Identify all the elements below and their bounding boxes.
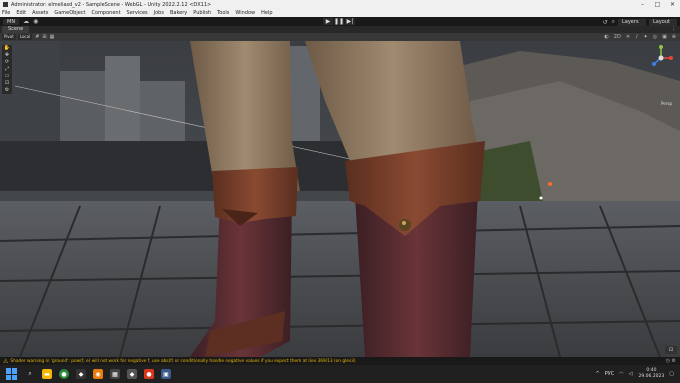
gizmos-icon[interactable]: ⊕	[672, 34, 676, 40]
menu-file[interactable]: File	[2, 10, 10, 16]
scene-toolbar-right: ◐ 2D ☀ ♪ ✦ ◎ ▣ ⊕	[599, 34, 676, 40]
local-dropdown[interactable]: Local	[17, 34, 33, 40]
hand-tool-icon[interactable]: ✋	[2, 45, 12, 52]
minimize-button[interactable]: –	[635, 0, 650, 9]
status-icons[interactable]: ◷ ⚙	[666, 358, 676, 364]
menu-component[interactable]: Component	[92, 10, 121, 16]
account-dropdown[interactable]: MN	[3, 18, 20, 25]
search-taskbar-icon[interactable]: ⌕	[25, 369, 35, 379]
rotate-tool-icon[interactable]: ⟳	[2, 59, 12, 66]
play-controls: ▶ ❚❚ ▶|	[323, 18, 356, 25]
layers-dropdown[interactable]: Layers	[618, 18, 646, 26]
play-button[interactable]: ▶	[323, 18, 333, 25]
menu-services[interactable]: Services	[127, 10, 148, 16]
lighting-icon[interactable]: ☀	[626, 34, 630, 40]
system-tray: ^ РУС ◠ ◁ 0:40 29.06.2023 ▢	[591, 365, 675, 383]
tab-bar: Scene ⋮	[0, 26, 680, 33]
status-bar[interactable]: ⚠ Shader warning in 'ground': pow(f, e) …	[0, 357, 680, 365]
scene-tools-panel: ✋ ✥ ⟳ ⤢ ▭ ⊡ ⚙	[2, 45, 12, 94]
camera-icon[interactable]: ▣	[662, 34, 667, 40]
toolbar-right: ↺ ⌕ Layers Layout	[599, 18, 677, 26]
menu-bakery[interactable]: Bakery	[170, 10, 187, 16]
menu-help[interactable]: Help	[261, 10, 272, 16]
clock[interactable]: 0:40 29.06.2023	[639, 368, 665, 380]
menu-bar: File Edit Assets GameObject Component Se…	[0, 9, 680, 17]
step-button[interactable]: ▶|	[345, 18, 355, 25]
grid-icon[interactable]: #	[35, 34, 39, 40]
menu-tools[interactable]: Tools	[217, 10, 229, 16]
explorer-icon[interactable]: ▬	[42, 369, 52, 379]
projection-label[interactable]: Persp	[661, 101, 672, 106]
pause-button[interactable]: ❚❚	[334, 18, 344, 25]
menu-publish[interactable]: Publish	[193, 10, 211, 16]
windows-start-icon[interactable]	[6, 368, 18, 380]
clock-date: 29.06.2023	[638, 374, 665, 379]
increment-icon[interactable]: ▦	[50, 34, 55, 40]
maximize-button[interactable]: □	[650, 0, 665, 9]
tray-chevron-icon[interactable]: ^	[596, 371, 600, 377]
unity-logo-icon	[3, 2, 8, 7]
window-controls: – □ ✕	[635, 0, 680, 9]
volume-icon[interactable]: ◁	[629, 371, 633, 377]
photos-icon[interactable]: ▣	[161, 369, 171, 379]
unity-editor-icon[interactable]: ◆	[127, 369, 137, 379]
snap-icon[interactable]: ⊞	[42, 34, 46, 40]
menu-assets[interactable]: Assets	[32, 10, 48, 16]
wifi-icon[interactable]: ◠	[619, 371, 623, 377]
scene-toolbar: Pivot Local # ⊞ ▦	[0, 33, 680, 41]
hidden-objects-icon[interactable]: ◎	[653, 34, 657, 40]
custom-tool-icon[interactable]: ⚙	[2, 87, 12, 94]
layout-dropdown[interactable]: Layout	[649, 18, 677, 26]
scene-view-options-icon[interactable]: ⊡	[665, 346, 677, 354]
2d-toggle-icon[interactable]: 2D	[614, 34, 621, 40]
app-icon[interactable]: ▦	[110, 369, 120, 379]
orientation-gizmo-icon[interactable]	[648, 44, 674, 78]
transform-tool-icon[interactable]: ⊡	[2, 80, 12, 87]
close-button[interactable]: ✕	[665, 0, 680, 9]
browser-icon[interactable]: ●	[144, 369, 154, 379]
window-titlebar: Administrator: elmeliasd_v2 - SampleScen…	[0, 0, 680, 9]
window-title: Administrator: elmeliasd_v2 - SampleScen…	[11, 1, 212, 8]
menu-gameobject[interactable]: GameObject	[54, 10, 85, 16]
console-message[interactable]: Shader warning in 'ground': pow(f, e) wi…	[10, 359, 355, 364]
scene-render	[0, 41, 680, 357]
unity-hub-icon[interactable]: ◆	[76, 369, 86, 379]
chrome-icon[interactable]: ●	[59, 369, 69, 379]
language-indicator[interactable]: РУС	[605, 371, 615, 377]
collab-icon[interactable]: ◉	[33, 18, 38, 25]
effects-icon[interactable]: ✦	[643, 34, 647, 40]
menu-window[interactable]: Window	[235, 10, 255, 16]
menu-jobs[interactable]: Jobs	[154, 10, 164, 16]
search-icon[interactable]: ⌕	[612, 18, 615, 26]
audio-icon[interactable]: ♪	[635, 34, 638, 40]
scene-viewport[interactable]	[0, 41, 680, 357]
move-tool-icon[interactable]: ✥	[2, 52, 12, 59]
notifications-icon[interactable]: ▢	[669, 371, 674, 377]
tab-menu-icon[interactable]: ⋮	[671, 26, 676, 33]
windows-taskbar: ⌕ ▬ ● ◆ ◉ ▦ ◆ ● ▣	[0, 365, 680, 383]
rect-tool-icon[interactable]: ▭	[2, 73, 12, 80]
warning-icon: ⚠	[3, 357, 9, 365]
tab-scene[interactable]: Scene	[2, 26, 30, 33]
scale-tool-icon[interactable]: ⤢	[2, 66, 12, 73]
draw-mode-icon[interactable]: ◐	[604, 34, 608, 40]
blender-icon[interactable]: ◉	[93, 369, 103, 379]
pivot-dropdown[interactable]: Pivot	[2, 34, 16, 40]
history-icon[interactable]: ↺	[603, 19, 608, 26]
cloud-icon[interactable]: ☁	[23, 18, 29, 25]
menu-edit[interactable]: Edit	[16, 10, 26, 16]
